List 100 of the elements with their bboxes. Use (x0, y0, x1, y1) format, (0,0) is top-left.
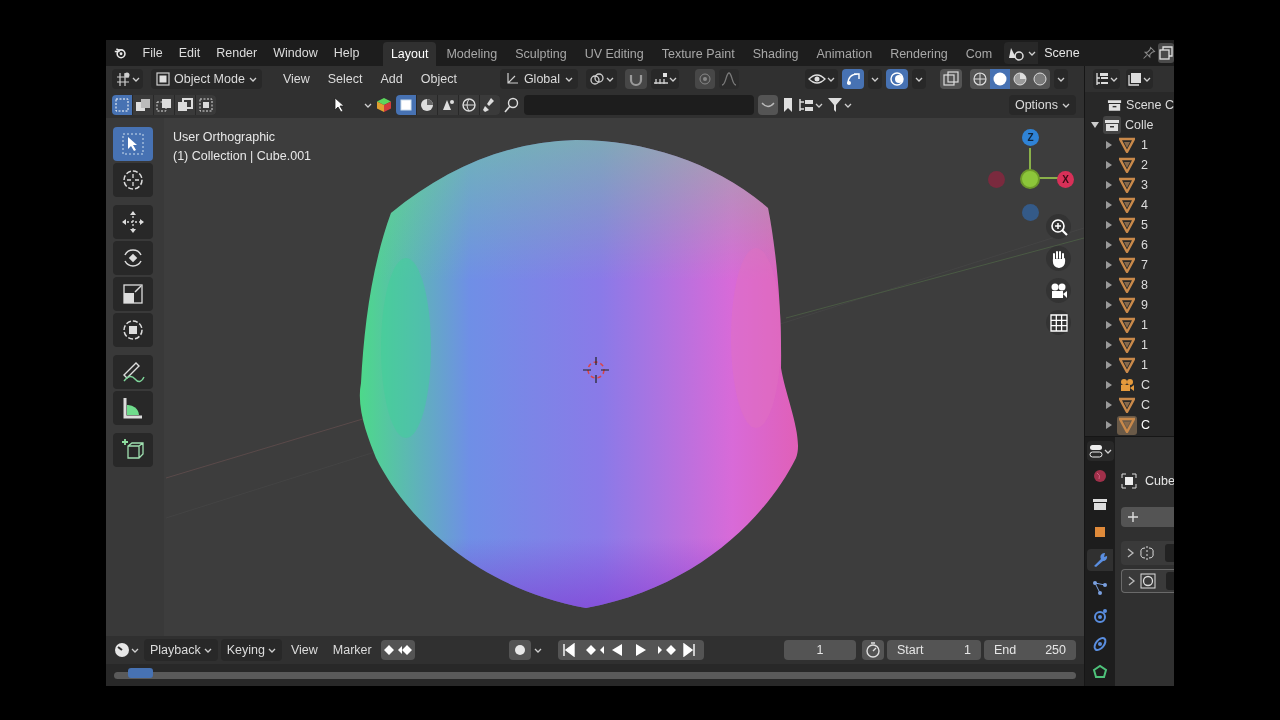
menu-item[interactable]: Add (373, 69, 410, 89)
outliner-item[interactable]: 4 (1141, 195, 1148, 215)
collapsed-arrow-icon[interactable] (1105, 321, 1113, 329)
workspace-tab[interactable]: Animation (808, 42, 881, 66)
search-icon[interactable] (504, 97, 520, 113)
bookmark-icon[interactable] (782, 97, 794, 113)
shading-button[interactable] (970, 69, 990, 89)
caret-icon[interactable] (533, 646, 542, 654)
shading-button[interactable] (990, 69, 1010, 89)
outliner-item[interactable]: 8 (1141, 275, 1148, 295)
orientation-dropdown[interactable]: Global (499, 69, 579, 89)
menu-item[interactable]: Marker (326, 639, 378, 661)
filter-dropdown[interactable] (1126, 69, 1153, 89)
collapsed-arrow-icon[interactable] (1105, 381, 1113, 389)
outliner-item[interactable]: 7 (1141, 255, 1148, 275)
select-mode-button[interactable] (175, 95, 195, 115)
filter-button[interactable] (417, 95, 437, 115)
collapsed-arrow-icon[interactable] (1105, 261, 1113, 269)
modifier-panel[interactable] (1121, 541, 1174, 565)
collapsed-arrow-icon[interactable] (1105, 141, 1113, 149)
filter-button[interactable] (459, 95, 479, 115)
workspace-tab[interactable]: Rendering (882, 42, 956, 66)
editor-type-button[interactable] (112, 642, 141, 658)
workspace-tab[interactable]: Texture Paint (653, 42, 743, 66)
caret-button[interactable] (1054, 69, 1068, 89)
pivot-dropdown[interactable] (586, 69, 618, 89)
tool-button[interactable] (113, 391, 153, 425)
modifier-panel[interactable] (1121, 569, 1174, 593)
menu-item[interactable]: File (135, 42, 170, 64)
outliner-item[interactable]: 1 (1141, 315, 1148, 335)
falloff-dropdown[interactable] (719, 69, 740, 89)
outliner-item[interactable]: C (1141, 395, 1151, 415)
collapsed-arrow-icon[interactable] (1105, 221, 1113, 229)
name-field[interactable] (1166, 572, 1174, 590)
tool-button[interactable] (113, 127, 153, 161)
color-cube-icon[interactable] (376, 97, 392, 113)
outliner-item[interactable]: C (1141, 375, 1151, 395)
keyframe-button[interactable] (380, 640, 415, 660)
filter-button[interactable] (438, 95, 458, 115)
tool-button[interactable] (113, 277, 153, 311)
tool-button[interactable] (113, 313, 153, 347)
next-keyframe-icon[interactable] (657, 643, 676, 657)
caret-button[interactable] (912, 69, 926, 89)
current-frame-field[interactable]: 1 (784, 640, 856, 660)
select-mode-button[interactable] (154, 95, 174, 115)
tool-button[interactable] (113, 163, 153, 197)
tool-button[interactable] (113, 205, 153, 239)
outliner-item[interactable]: 1 (1141, 355, 1148, 375)
outliner-item[interactable]: 1 (1141, 135, 1148, 155)
filter-button[interactable] (396, 95, 416, 115)
outliner-item[interactable]: Colle (1125, 115, 1154, 135)
workspace-tab[interactable]: Layout (382, 42, 437, 66)
caret-icon[interactable] (364, 101, 372, 109)
collapsed-arrow-icon[interactable] (1105, 421, 1113, 429)
overlay-toggle[interactable] (886, 69, 908, 89)
visibility-dropdown[interactable] (805, 69, 838, 89)
workspace-tab[interactable]: Modeling (438, 42, 506, 66)
gizmo-toggle[interactable] (842, 69, 864, 89)
outliner-item[interactable]: 3 (1141, 175, 1148, 195)
snap-toggle[interactable] (625, 69, 648, 89)
proportional-toggle[interactable] (695, 69, 716, 89)
outliner-item[interactable]: 9 (1141, 295, 1148, 315)
hierarchy-dropdown[interactable] (798, 97, 823, 113)
menu-item[interactable]: View (284, 639, 324, 661)
collapsed-arrow-icon[interactable] (1105, 201, 1113, 209)
shading-button[interactable] (1030, 69, 1050, 89)
menu-item[interactable]: Object (413, 69, 464, 89)
workspace-tab[interactable]: Shading (744, 42, 807, 66)
scene-selector[interactable]: Scene (1004, 42, 1135, 64)
outliner-item[interactable]: C (1141, 415, 1151, 435)
menu-item[interactable]: Edit (171, 42, 208, 64)
tool-button[interactable] (113, 355, 153, 389)
menu-item[interactable]: Keying (220, 639, 282, 661)
menu-item[interactable]: Playback (144, 639, 218, 661)
collapsed-arrow-icon[interactable] (1105, 401, 1113, 409)
name-field[interactable] (1165, 544, 1174, 562)
outliner-item[interactable]: 2 (1141, 155, 1148, 175)
collapsed-arrow-icon[interactable] (1105, 281, 1113, 289)
collapsed-arrow-icon[interactable] (1105, 181, 1113, 189)
outliner-item[interactable]: Scene C (1126, 95, 1174, 115)
filter-dropdown[interactable] (758, 95, 778, 115)
mode-dropdown[interactable]: Object Mode (151, 69, 262, 89)
menu-item[interactable]: Render (209, 42, 265, 64)
outliner-item[interactable]: 5 (1141, 215, 1148, 235)
collapsed-arrow-icon[interactable] (1105, 161, 1113, 169)
scrollbar[interactable] (114, 672, 1076, 679)
shading-button[interactable] (1010, 69, 1030, 89)
copy-button[interactable] (1158, 43, 1174, 63)
end-frame-field[interactable]: End 250 (984, 640, 1076, 660)
editor-type-button[interactable] (112, 69, 143, 89)
editor-type-button[interactable] (1086, 441, 1114, 461)
menu-item[interactable]: View (275, 69, 317, 89)
options-dropdown[interactable]: Options (1008, 95, 1076, 115)
outliner-item[interactable]: 6 (1141, 235, 1148, 255)
workspace-tab[interactable]: UV Editing (576, 42, 652, 66)
add-modifier-button[interactable] (1121, 507, 1174, 527)
workspace-tab[interactable]: Com (957, 42, 1001, 66)
expanded-arrow-icon[interactable] (1091, 121, 1099, 129)
tool-button[interactable] (113, 433, 153, 467)
workspace-tab[interactable]: Sculpting (507, 42, 575, 66)
